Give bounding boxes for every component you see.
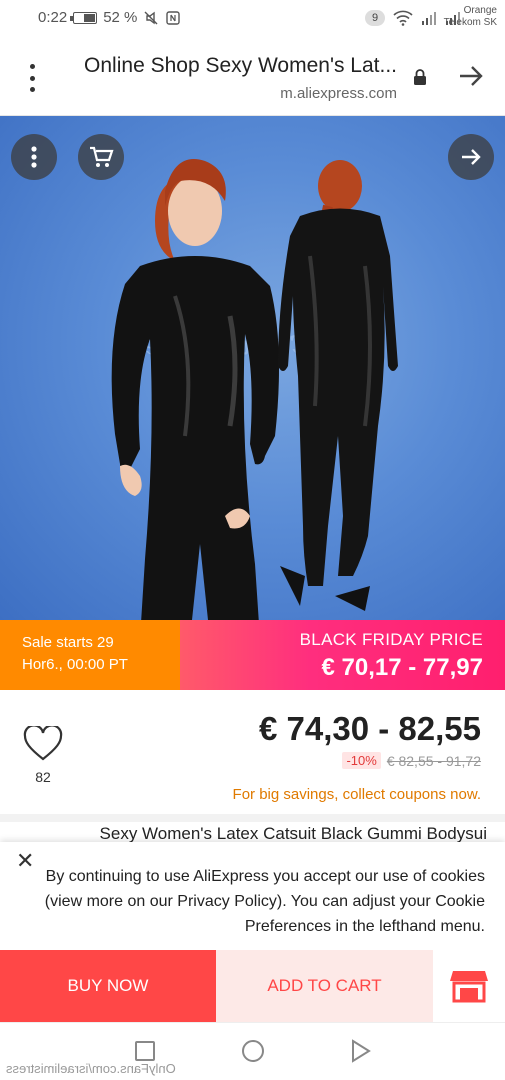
add-to-cart-button[interactable]: ADD TO CART: [216, 950, 433, 1022]
back-triangle-icon[interactable]: [350, 1039, 372, 1063]
browser-menu-icon[interactable]: [20, 64, 44, 92]
product-image[interactable]: LatexCatsuitStore4: [0, 116, 505, 620]
browser-address-bar: Online Shop Sexy Women's Lat... m.aliexp…: [0, 36, 505, 116]
cart-icon: [90, 146, 114, 167]
sale-price: € 70,17 - 77,97: [321, 654, 483, 681]
buy-now-button[interactable]: BUY NOW: [0, 950, 216, 1022]
battery-icon: [70, 11, 98, 24]
system-nav-bar: OnlyFans.com/israelimistress: [0, 1022, 505, 1080]
original-price: € 82,55 - 91,72: [386, 752, 481, 769]
recent-apps-button[interactable]: [135, 1041, 155, 1061]
old-price-row: -10% € 82,55 - 91,72: [342, 752, 481, 769]
clock: 0:22: [38, 9, 68, 26]
sale-price-area: BLACK FRIDAY PRICE € 70,17 - 77,97: [180, 620, 505, 690]
forward-arrow-icon[interactable]: [457, 62, 485, 90]
current-price: € 74,30 - 82,55: [258, 710, 481, 747]
heart-icon: [23, 724, 63, 761]
sale-time-line: Hor6., 00:00 PT: [22, 656, 128, 673]
store-icon: [450, 971, 488, 1003]
home-button[interactable]: [242, 1040, 264, 1062]
page-url[interactable]: m.aliexpress.com: [280, 85, 397, 102]
mute-icon: [144, 11, 158, 24]
black-friday-banner: Sale starts 29 Hor6., 00:00 PT BLACK FRI…: [0, 620, 505, 690]
more-vertical-icon: [31, 146, 37, 168]
discount-badge: -10%: [342, 752, 381, 769]
sale-label: BLACK FRIDAY PRICE: [299, 630, 483, 649]
carrier-line-1: Orange: [463, 5, 497, 16]
sale-countdown: Sale starts 29 Hor6., 00:00 PT: [0, 620, 180, 690]
nfc-icon: [166, 10, 181, 25]
forward-arrow-icon: [462, 149, 481, 165]
cookie-notice: ✕ By continuing to use AliExpress you ac…: [0, 842, 505, 950]
store-button[interactable]: [433, 950, 505, 1022]
share-button[interactable]: [448, 134, 494, 180]
cart-button[interactable]: [78, 134, 124, 180]
carrier-line-2: Telekom SK: [443, 17, 497, 28]
wishlist-count: 82: [35, 769, 51, 785]
status-left: 0:22 52 %: [38, 9, 181, 26]
wishlist-button[interactable]: 82: [22, 724, 64, 785]
footer-watermark: OnlyFans.com/israelimistress: [6, 1061, 176, 1076]
page-title[interactable]: Online Shop Sexy Women's Lat...: [77, 54, 397, 78]
sale-start-line: Sale starts 29: [22, 634, 114, 651]
carrier-name: Orange Telekom SK: [444, 5, 497, 29]
cookie-text: By continuing to use AliExpress you acce…: [44, 868, 485, 935]
status-bar: 0:22 52 % 9 Orange Telekom SK: [0, 0, 505, 36]
product-photo: [111, 159, 398, 620]
notification-badge: 9: [365, 10, 385, 26]
more-options-button[interactable]: [11, 134, 57, 180]
action-bar: BUY NOW ADD TO CART: [0, 950, 505, 1022]
coupon-notice[interactable]: For big savings, collect coupons now.: [233, 786, 481, 803]
price-section: € 74,30 - 82,55 -10% € 82,55 - 91,72 For…: [0, 690, 505, 820]
section-divider: [0, 814, 505, 822]
lock-icon: [414, 69, 426, 85]
wifi-icon: [393, 10, 413, 26]
signal-icon: [422, 12, 436, 25]
battery-level: 52 %: [103, 9, 138, 26]
